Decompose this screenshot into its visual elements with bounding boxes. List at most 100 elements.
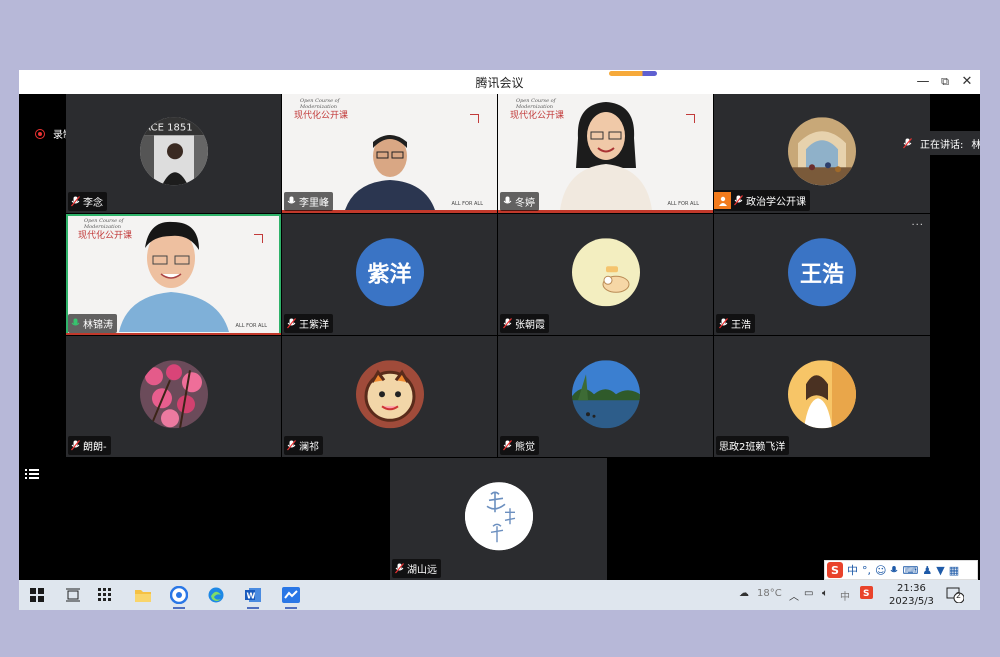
participant-tile[interactable]: 熊觉 bbox=[498, 336, 713, 457]
participant-name: 李念 bbox=[83, 198, 103, 209]
participant-tile[interactable]: Open Course of Modernization 现代化公开课 ALL FO… bbox=[498, 94, 713, 213]
ime-punct[interactable]: °, bbox=[862, 564, 871, 577]
participant-tile[interactable]: 思政2班赖飞洋 bbox=[714, 336, 930, 457]
minimize-button[interactable]: — bbox=[912, 72, 934, 92]
toolbox-icon[interactable]: ▦ bbox=[949, 564, 959, 577]
more-icon[interactable]: ··· bbox=[911, 220, 924, 231]
volume-icon[interactable]: 🔈︎ bbox=[822, 588, 828, 599]
mic-muted-icon bbox=[287, 440, 296, 451]
mic-muted-icon bbox=[71, 196, 80, 207]
participant-tile[interactable]: 紫洋 王紫洋 bbox=[282, 214, 497, 335]
keyboard-icon[interactable]: ⌨ bbox=[902, 564, 918, 577]
avatar: 王浩 bbox=[788, 237, 856, 306]
title-bar[interactable]: 腾讯会议 — ⧉ ✕ bbox=[19, 70, 980, 94]
restore-button[interactable]: ⧉ bbox=[934, 72, 956, 92]
sogou-logo-icon: S bbox=[827, 562, 843, 578]
mic-muted-icon bbox=[287, 318, 296, 329]
task-view-icon[interactable] bbox=[63, 585, 83, 605]
meeting-window: 腾讯会议 — ⧉ ✕ 录制中 ACE 1851 李念 Open Course o… bbox=[19, 70, 980, 608]
mic-muted-icon bbox=[734, 195, 743, 206]
video-grid: 录制中 ACE 1851 李念 Open Course ofModernizat… bbox=[19, 94, 980, 580]
avatar bbox=[571, 359, 640, 428]
participant-tile[interactable]: 湖山远 bbox=[390, 458, 607, 580]
name-tag: 李念 bbox=[68, 192, 107, 211]
participant-tile[interactable]: 朗朗- bbox=[66, 336, 281, 457]
name-tag: 林锦涛 bbox=[68, 314, 117, 333]
ime-indicator[interactable]: 中 bbox=[840, 588, 850, 603]
close-button[interactable]: ✕ bbox=[956, 72, 978, 92]
name-tag: 王浩 bbox=[716, 314, 755, 333]
weather-temp[interactable]: 18°C bbox=[757, 588, 782, 599]
user-icon[interactable]: ♟ bbox=[922, 564, 932, 577]
ime-mode[interactable]: 中 bbox=[847, 562, 858, 578]
participant-name: 朗朗- bbox=[83, 442, 107, 453]
tencent-meeting-window-icon[interactable] bbox=[281, 585, 301, 609]
battery-icon[interactable]: ▭ bbox=[804, 588, 813, 599]
mic-active-icon bbox=[71, 318, 80, 326]
file-explorer-icon[interactable] bbox=[133, 585, 153, 605]
host-icon bbox=[714, 192, 731, 209]
edge-browser-icon[interactable] bbox=[206, 585, 226, 605]
ime-toolbar[interactable]: S 中 °, ☺ ⌨ ♟ ▼ ▦ bbox=[824, 560, 978, 580]
name-tag: 李里峰 bbox=[284, 192, 333, 211]
speaking-indicator: 正在讲话: 林 bbox=[895, 131, 980, 155]
clock-time: 21:36 bbox=[897, 583, 926, 594]
weather-icon[interactable]: ☁ bbox=[739, 588, 749, 599]
name-tag: 澜祁 bbox=[284, 436, 323, 455]
name-tag: 湖山远 bbox=[392, 559, 441, 578]
svg-text:W: W bbox=[247, 592, 256, 601]
name-tag: 朗朗- bbox=[68, 436, 111, 455]
participant-tile[interactable]: Open Course of Modernization 现代化公开课 ALL FO… bbox=[282, 94, 497, 213]
emoji-icon[interactable]: ☺ bbox=[875, 564, 886, 577]
mic-icon bbox=[503, 196, 512, 204]
participant-name: 澜祁 bbox=[299, 442, 319, 453]
avatar bbox=[139, 359, 208, 428]
chevron-up-icon[interactable]: ︿ bbox=[789, 588, 799, 603]
record-icon bbox=[35, 128, 45, 139]
svg-text:S: S bbox=[863, 589, 869, 599]
notification-count: 2 bbox=[956, 591, 962, 600]
mic-icon bbox=[903, 137, 912, 148]
start-button[interactable] bbox=[27, 585, 47, 605]
member-list-icon[interactable] bbox=[25, 468, 41, 484]
voice-input-icon[interactable] bbox=[890, 565, 898, 576]
clock[interactable]: 21:36 2023/5/3 bbox=[889, 582, 934, 608]
speaking-name: 林 bbox=[971, 139, 980, 151]
notification-center-icon[interactable]: 2 bbox=[945, 585, 965, 605]
skin-icon[interactable]: ▼ bbox=[936, 564, 944, 577]
apps-grid-icon[interactable] bbox=[95, 585, 115, 605]
participant-tile[interactable]: 澜祁 bbox=[282, 336, 497, 457]
mic-muted-icon bbox=[719, 318, 728, 329]
name-tag: 王紫洋 bbox=[284, 314, 333, 333]
taskbar: W ☁ 18°C ︿ ▭ 🔈︎ 中 S 21:36 2023/5/3 2 bbox=[19, 580, 980, 610]
name-tag: 思政2班赖飞洋 bbox=[716, 436, 790, 455]
participant-name: 李里峰 bbox=[299, 198, 329, 209]
tencent-meeting-app-icon[interactable] bbox=[169, 585, 189, 609]
word-app-icon[interactable]: W bbox=[243, 585, 263, 609]
participant-name: 思政2班赖飞洋 bbox=[719, 442, 786, 453]
avatar bbox=[464, 482, 533, 551]
participant-tile-active-speaker[interactable]: Open Course of Modernization 现代化公开课 ALL FO… bbox=[66, 214, 281, 335]
video-feed bbox=[118, 221, 229, 332]
mic-muted-icon bbox=[503, 440, 512, 451]
mic-muted-icon bbox=[503, 318, 512, 329]
window-title: 腾讯会议 bbox=[475, 76, 524, 90]
slide-corner-mark bbox=[686, 114, 695, 123]
participant-tile[interactable]: 张朝霞 bbox=[498, 214, 713, 335]
mic-muted-icon bbox=[395, 563, 404, 574]
sogou-tray-icon[interactable]: S bbox=[860, 586, 873, 602]
name-tag: 张朝霞 bbox=[500, 314, 549, 333]
participant-tile[interactable]: ACE 1851 李念 bbox=[66, 94, 281, 213]
participant-name: 政治学公开课 bbox=[746, 197, 806, 208]
avatar: ACE 1851 bbox=[139, 116, 208, 185]
slide-corner-mark bbox=[470, 114, 479, 123]
video-feed bbox=[344, 135, 435, 210]
name-tag: 熊觉 bbox=[500, 436, 539, 455]
participant-name: 熊觉 bbox=[515, 442, 535, 453]
avatar bbox=[788, 359, 856, 428]
participant-tile[interactable]: ··· 王浩 王浩 bbox=[714, 214, 930, 335]
avatar: 紫洋 bbox=[355, 237, 424, 306]
speaking-label: 正在讲话: bbox=[920, 139, 964, 151]
name-tag: 冬婷 bbox=[500, 192, 539, 211]
avatar bbox=[788, 116, 856, 185]
